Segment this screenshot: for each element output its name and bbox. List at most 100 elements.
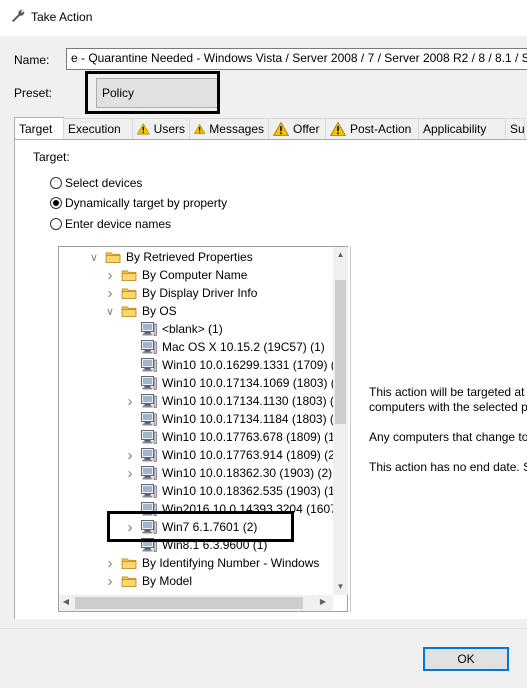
tree-item[interactable]: ∨ By OS xyxy=(105,302,177,320)
target-label: Target: xyxy=(33,150,70,164)
name-field[interactable]: e - Quarantine Needed - Windows Vista / … xyxy=(66,48,527,70)
chevron-right-icon[interactable]: › xyxy=(125,446,135,464)
tab-label: Su xyxy=(510,122,525,136)
tab-label: Applicability xyxy=(423,122,487,136)
preset-highlight-box xyxy=(85,71,220,114)
folder-icon xyxy=(121,270,137,281)
folder-icon xyxy=(121,306,137,317)
tab-execution[interactable]: Execution xyxy=(63,118,133,139)
ok-button[interactable]: OK xyxy=(423,647,509,671)
chevron-right-icon[interactable]: › xyxy=(105,572,115,590)
folder-icon xyxy=(121,558,137,569)
tree-item[interactable]: › Win10 10.0.17134.1130 (1803) (2) xyxy=(125,392,345,410)
warning-icon xyxy=(194,123,206,134)
tab-label: Users xyxy=(153,122,185,136)
tab-su[interactable]: Su xyxy=(505,118,525,139)
tab-offer[interactable]: Offer xyxy=(268,118,326,139)
radio-dynamically-target[interactable]: Dynamically target by property xyxy=(50,195,227,210)
wrench-icon xyxy=(12,9,25,23)
info-text-line: This action will be targeted at xyxy=(369,385,525,399)
tab-label: Post-Action xyxy=(350,122,412,136)
radio-label: Enter device names xyxy=(65,216,172,231)
tree-item[interactable]: › By Display Driver Info xyxy=(105,284,258,302)
radio-button[interactable] xyxy=(50,196,62,209)
computer-icon xyxy=(141,448,157,462)
computer-icon xyxy=(141,340,157,354)
tree-item[interactable]: › By Identifying Number - Windows xyxy=(105,554,320,572)
tree-item[interactable]: <blank> (1) xyxy=(125,320,223,338)
info-text-line: computers with the selected p xyxy=(369,400,527,414)
tab-target[interactable]: Target xyxy=(14,117,64,140)
tab-label: Offer xyxy=(293,122,320,136)
tree-item-label: Win10 10.0.17763.678 (1809) (1) xyxy=(162,430,339,444)
win7-highlight-box xyxy=(107,511,294,542)
computer-icon xyxy=(141,358,157,372)
chevron-right-icon[interactable]: › xyxy=(105,266,115,284)
scroll-up-icon[interactable]: ▲ xyxy=(333,250,348,259)
tab-label: Messages xyxy=(209,122,264,136)
window-title: Take Action xyxy=(31,10,93,24)
vertical-scroll-thumb[interactable] xyxy=(335,280,346,424)
tree-item-label: Win10 10.0.17134.1069 (1803) (1) xyxy=(162,376,346,390)
tree-item-label: By Computer Name xyxy=(142,268,248,282)
tree-item-label: Win10 10.0.18362.30 (1903) (2) xyxy=(162,466,333,480)
folder-icon xyxy=(121,576,137,587)
radio-enter-device-names[interactable]: Enter device names xyxy=(50,216,171,231)
info-text-line: This action has no end date. S xyxy=(369,460,527,474)
name-label: Name: xyxy=(14,53,50,67)
warning-icon xyxy=(330,122,346,136)
tree-item[interactable]: Win10 10.0.18362.535 (1903) (1) xyxy=(125,482,339,500)
chevron-right-icon[interactable]: › xyxy=(125,392,135,410)
tree-item-label: By Model xyxy=(142,574,193,588)
radio-button[interactable] xyxy=(50,217,62,230)
tree-item[interactable]: › By Computer Name xyxy=(105,266,248,284)
info-text-line: Any computers that change to xyxy=(369,430,527,444)
tab-messages[interactable]: Messages xyxy=(189,118,269,139)
warning-icon xyxy=(273,122,289,136)
tree-item[interactable]: ∨ By Retrieved Properties xyxy=(89,248,253,266)
tree-item-label: Win10 10.0.17134.1184 (1803) (1) xyxy=(162,412,345,426)
scroll-left-icon[interactable]: ◀ xyxy=(59,597,73,606)
computer-icon xyxy=(141,412,157,426)
radio-button[interactable] xyxy=(50,176,62,189)
tab-users[interactable]: Users xyxy=(132,118,190,139)
tree-item[interactable]: Win10 10.0.16299.1331 (1709) (1) xyxy=(125,356,345,374)
chevron-right-icon[interactable]: › xyxy=(125,464,135,482)
scroll-down-icon[interactable]: ▼ xyxy=(333,582,348,591)
tab-post-action[interactable]: Post-Action xyxy=(325,118,419,139)
computer-icon xyxy=(141,394,157,408)
pane-splitter[interactable] xyxy=(350,246,351,612)
tree-item-label: Win10 10.0.17763.914 (1809) (2) xyxy=(162,448,339,462)
chevron-down-icon[interactable]: ∨ xyxy=(105,302,115,320)
folder-icon xyxy=(121,288,137,299)
chevron-right-icon[interactable]: › xyxy=(105,554,115,572)
chevron-down-icon[interactable]: ∨ xyxy=(89,248,99,266)
preset-label: Preset: xyxy=(14,86,53,100)
warning-icon xyxy=(137,123,150,135)
tree-item-label: By OS xyxy=(142,304,177,318)
title-bar: Take Action xyxy=(0,0,527,36)
tree-item[interactable]: › Win10 10.0.18362.30 (1903) (2) xyxy=(125,464,333,482)
tree-item[interactable]: › By Model xyxy=(105,572,193,590)
tree-item-label: Mac OS X 10.15.2 (19C57) (1) xyxy=(162,340,325,354)
tree-item[interactable]: Win10 10.0.17763.678 (1809) (1) xyxy=(125,428,339,446)
radio-label: Select devices xyxy=(65,175,143,190)
tree-item[interactable]: Win10 10.0.17134.1184 (1803) (1) xyxy=(125,410,345,428)
tree-item[interactable]: › Win10 10.0.17763.914 (1809) (2) xyxy=(125,446,339,464)
tree-item[interactable]: Mac OS X 10.15.2 (19C57) (1) xyxy=(125,338,325,356)
tree-item[interactable]: Win10 10.0.17134.1069 (1803) (1) xyxy=(125,374,345,392)
tab-applicability[interactable]: Applicability xyxy=(418,118,506,139)
tree-item-label: By Retrieved Properties xyxy=(126,250,253,264)
horizontal-scroll-thumb[interactable] xyxy=(75,597,303,609)
property-tree[interactable]: ∨ By Retrieved Properties › By Computer Nam… xyxy=(58,246,348,612)
chevron-right-icon[interactable]: › xyxy=(105,284,115,302)
scroll-right-icon[interactable]: ▶ xyxy=(316,597,330,606)
radio-label: Dynamically target by property xyxy=(65,195,228,210)
tree-item-label: By Identifying Number - Windows xyxy=(142,556,320,570)
radio-select-devices[interactable]: Select devices xyxy=(50,175,142,190)
